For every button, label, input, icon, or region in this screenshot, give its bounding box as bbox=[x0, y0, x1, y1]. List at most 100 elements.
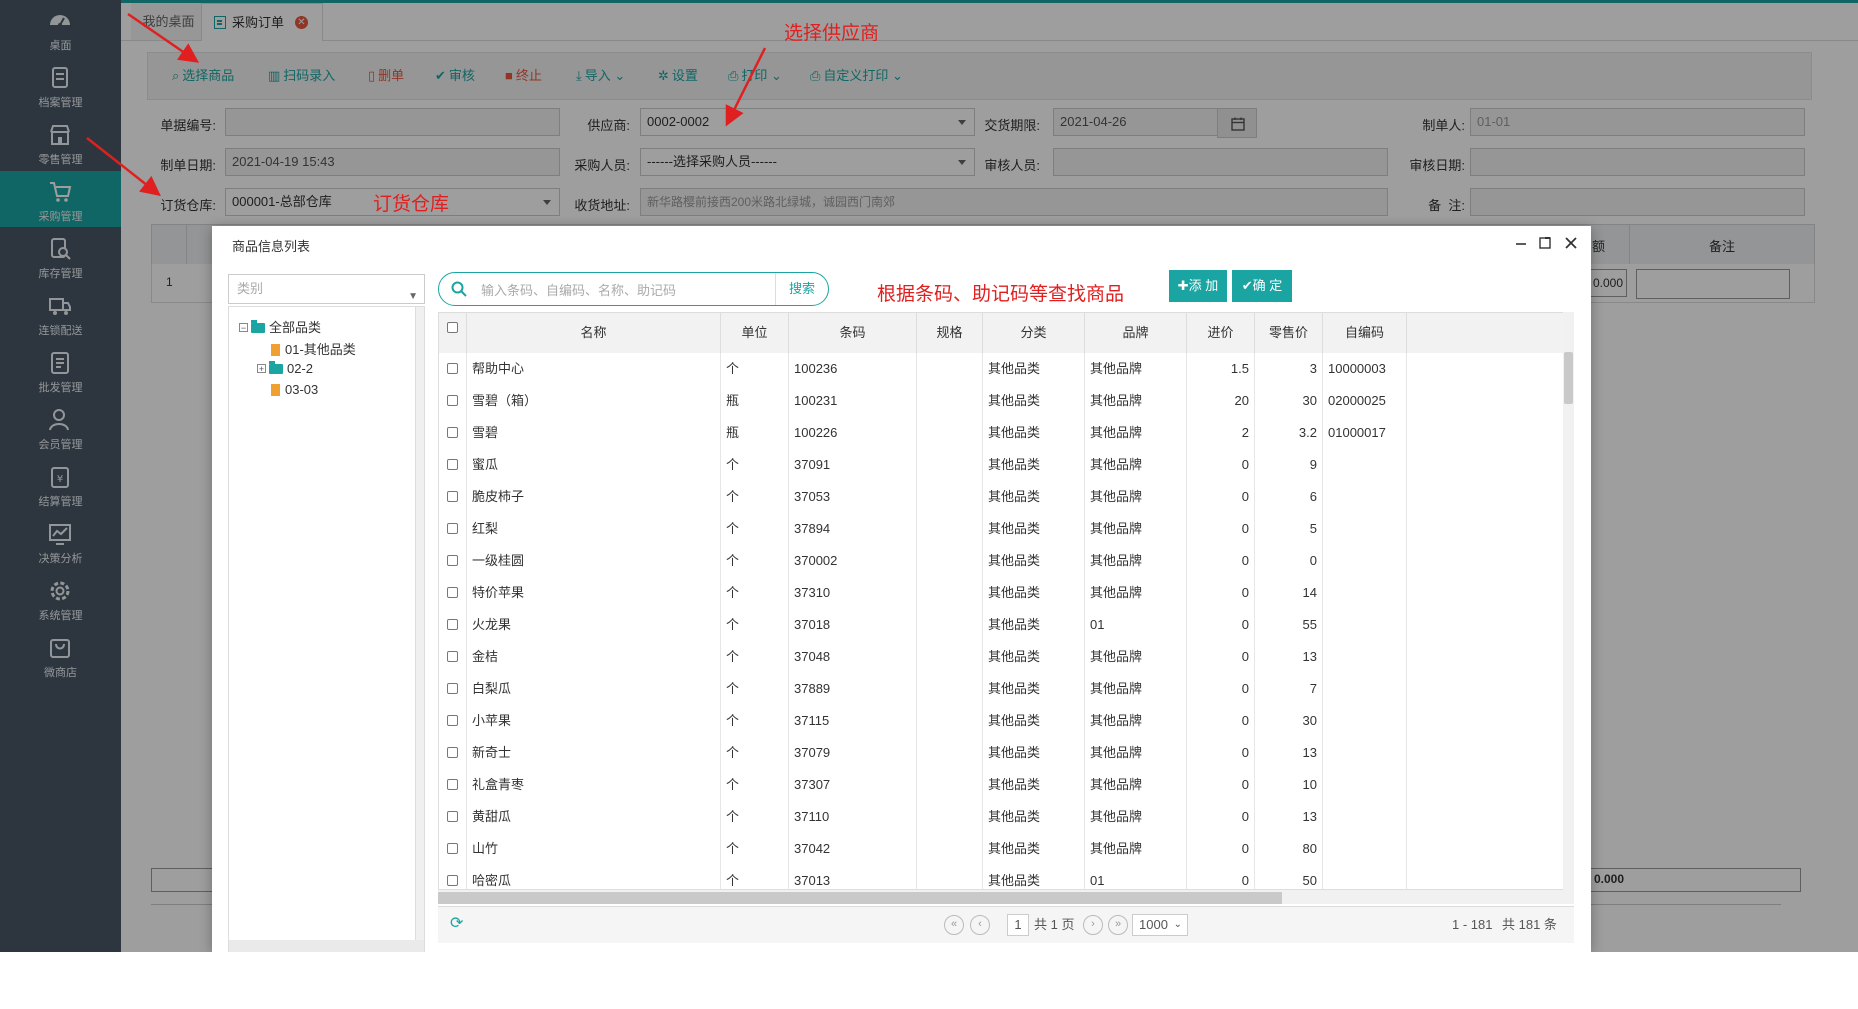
expand-icon[interactable]: + bbox=[257, 364, 266, 374]
first-page-button[interactable]: « bbox=[944, 915, 964, 935]
table-row[interactable]: 小苹果个 37115 其他品类 其他品牌 0 30 bbox=[439, 705, 1573, 738]
row-checkbox[interactable] bbox=[447, 363, 458, 374]
last-page-button[interactable]: » bbox=[1108, 915, 1128, 935]
prev-page-button[interactable]: ‹ bbox=[970, 915, 990, 935]
row-checkbox[interactable] bbox=[447, 779, 458, 790]
table-row[interactable]: 雪碧（箱）瓶 100231 其他品类 其他品牌 20 30 02000025 bbox=[439, 385, 1573, 418]
cell-price: 0 bbox=[1255, 545, 1323, 577]
table-row[interactable]: 新奇士个 37079 其他品类 其他品牌 0 13 bbox=[439, 737, 1573, 770]
col-barcode[interactable]: 条码 bbox=[789, 313, 917, 353]
col-price[interactable]: 零售价 bbox=[1255, 313, 1323, 353]
row-checkbox[interactable] bbox=[447, 843, 458, 854]
col-category[interactable]: 分类 bbox=[983, 313, 1085, 353]
maximize-icon[interactable] bbox=[1536, 234, 1554, 252]
tree-node-01[interactable]: 01-其他品类 bbox=[271, 339, 356, 358]
cell-code bbox=[1323, 801, 1407, 833]
col-name[interactable]: 名称 bbox=[467, 313, 721, 353]
table-row[interactable]: 火龙果个 37018 其他品类 01 0 55 bbox=[439, 609, 1573, 642]
table-row[interactable]: 红梨个 37894 其他品类 其他品牌 0 5 bbox=[439, 513, 1573, 546]
row-checkbox[interactable] bbox=[447, 683, 458, 694]
goods-search-input[interactable] bbox=[479, 278, 753, 302]
minimize-icon[interactable] bbox=[1512, 234, 1530, 252]
row-checkbox[interactable] bbox=[447, 427, 458, 438]
cell-barcode: 37042 bbox=[789, 833, 917, 865]
table-row[interactable]: 一级桂圆个 370002 其他品类 其他品牌 0 0 bbox=[439, 545, 1573, 578]
tree-node-02[interactable]: +02-2 bbox=[257, 361, 313, 376]
col-brand[interactable]: 品牌 bbox=[1085, 313, 1187, 353]
col-spec[interactable]: 规格 bbox=[917, 313, 983, 353]
refresh-icon[interactable]: ⟳ bbox=[450, 914, 463, 934]
confirm-button[interactable]: ✔确 定 bbox=[1232, 270, 1292, 302]
cell-brand: 其他品牌 bbox=[1085, 833, 1187, 865]
cell-price: 5 bbox=[1255, 513, 1323, 545]
page-number-input[interactable]: 1 bbox=[1007, 914, 1029, 936]
row-checkbox[interactable] bbox=[447, 875, 458, 886]
cell-brand: 其他品牌 bbox=[1085, 801, 1187, 833]
h-scrollbar-thumb[interactable] bbox=[438, 892, 1282, 904]
scrollbar-thumb[interactable] bbox=[1564, 352, 1573, 404]
row-select-cell bbox=[439, 385, 467, 417]
cell-category: 其他品类 bbox=[983, 385, 1085, 417]
app-root: 桌面 档案管理 零售管理 采购管理 库存管理 连锁配送 批发管理 会员管理 ¥ … bbox=[0, 0, 1858, 952]
category-select[interactable]: 类别 ▼ bbox=[228, 274, 425, 304]
tree-node-03[interactable]: 03-03 bbox=[271, 382, 318, 397]
col-unit[interactable]: 单位 bbox=[721, 313, 789, 353]
cell-category: 其他品类 bbox=[983, 801, 1085, 833]
row-checkbox[interactable] bbox=[447, 491, 458, 502]
cell-price: 10 bbox=[1255, 769, 1323, 801]
select-all-checkbox[interactable] bbox=[447, 322, 458, 333]
row-checkbox[interactable] bbox=[447, 651, 458, 662]
cell-code bbox=[1323, 449, 1407, 481]
cell-category: 其他品类 bbox=[983, 737, 1085, 769]
dialog-title: 商品信息列表 bbox=[232, 239, 311, 254]
col-cost[interactable]: 进价 bbox=[1187, 313, 1255, 353]
row-checkbox[interactable] bbox=[447, 811, 458, 822]
cell-barcode: 37048 bbox=[789, 641, 917, 673]
cell-cost: 0 bbox=[1187, 737, 1255, 769]
row-checkbox[interactable] bbox=[447, 523, 458, 534]
row-checkbox[interactable] bbox=[447, 459, 458, 470]
table-row[interactable]: 雪碧瓶 100226 其他品类 其他品牌 2 3.2 01000017 bbox=[439, 417, 1573, 450]
tree-scrollbar[interactable] bbox=[415, 307, 424, 952]
table-row[interactable]: 黄甜瓜个 37110 其他品类 其他品牌 0 13 bbox=[439, 801, 1573, 834]
cell-name: 新奇士 bbox=[467, 737, 721, 769]
table-row[interactable]: 哈密瓜个 37013 其他品类 01 0 50 bbox=[439, 865, 1573, 889]
cell-barcode: 37310 bbox=[789, 577, 917, 609]
pagination-bar: ⟳ « ‹ 1 共 1 页 › » 1000 ⌄ 1 - 181 共 181 条 bbox=[438, 906, 1574, 943]
table-row[interactable]: 蜜瓜个 37091 其他品类 其他品牌 0 9 bbox=[439, 449, 1573, 482]
table-row[interactable]: 白梨瓜个 37889 其他品类 其他品牌 0 7 bbox=[439, 673, 1573, 706]
cell-brand: 其他品牌 bbox=[1085, 673, 1187, 705]
row-checkbox[interactable] bbox=[447, 715, 458, 726]
tree-node-all[interactable]: − 全部品类 bbox=[239, 317, 321, 336]
table-row[interactable]: 礼盒青枣个 37307 其他品类 其他品牌 0 10 bbox=[439, 769, 1573, 802]
col-code[interactable]: 自编码 bbox=[1323, 313, 1407, 353]
goods-list-dialog: 商品信息列表 类别▼ −全部品类 01-其他品类 +02-2 03-03 搜索 … bbox=[212, 226, 1591, 952]
collapse-icon[interactable]: − bbox=[239, 323, 248, 333]
table-row[interactable]: 帮助中心个 100236 其他品类 其他品牌 1.5 3 10000003 bbox=[439, 353, 1573, 386]
table-row[interactable]: 金桔个 37048 其他品类 其他品牌 0 13 bbox=[439, 641, 1573, 674]
cell-name: 脆皮柿子 bbox=[467, 481, 721, 513]
next-page-button[interactable]: › bbox=[1083, 915, 1103, 935]
table-row[interactable]: 特价苹果个 37310 其他品类 其他品牌 0 14 bbox=[439, 577, 1573, 610]
row-checkbox[interactable] bbox=[447, 587, 458, 598]
add-button[interactable]: ✚添 加 bbox=[1169, 270, 1227, 302]
cell-barcode: 37889 bbox=[789, 673, 917, 705]
cell-category: 其他品类 bbox=[983, 353, 1085, 385]
row-checkbox[interactable] bbox=[447, 747, 458, 758]
cell-spec bbox=[917, 737, 983, 769]
row-checkbox[interactable] bbox=[447, 395, 458, 406]
page-size-select[interactable]: 1000 ⌄ bbox=[1132, 914, 1188, 936]
row-checkbox[interactable] bbox=[447, 619, 458, 630]
table-row[interactable]: 脆皮柿子个 37053 其他品类 其他品牌 0 6 bbox=[439, 481, 1573, 514]
cell-name: 白梨瓜 bbox=[467, 673, 721, 705]
cell-spec bbox=[917, 449, 983, 481]
cell-spec bbox=[917, 481, 983, 513]
cell-cost: 20 bbox=[1187, 385, 1255, 417]
row-checkbox[interactable] bbox=[447, 555, 458, 566]
cell-price: 13 bbox=[1255, 641, 1323, 673]
table-row[interactable]: 山竹个 37042 其他品类 其他品牌 0 80 bbox=[439, 833, 1573, 866]
tree-h-scrollbar[interactable] bbox=[229, 940, 424, 952]
search-button[interactable]: 搜索 bbox=[775, 273, 828, 305]
close-icon[interactable] bbox=[1562, 234, 1580, 252]
cell-spec bbox=[917, 641, 983, 673]
